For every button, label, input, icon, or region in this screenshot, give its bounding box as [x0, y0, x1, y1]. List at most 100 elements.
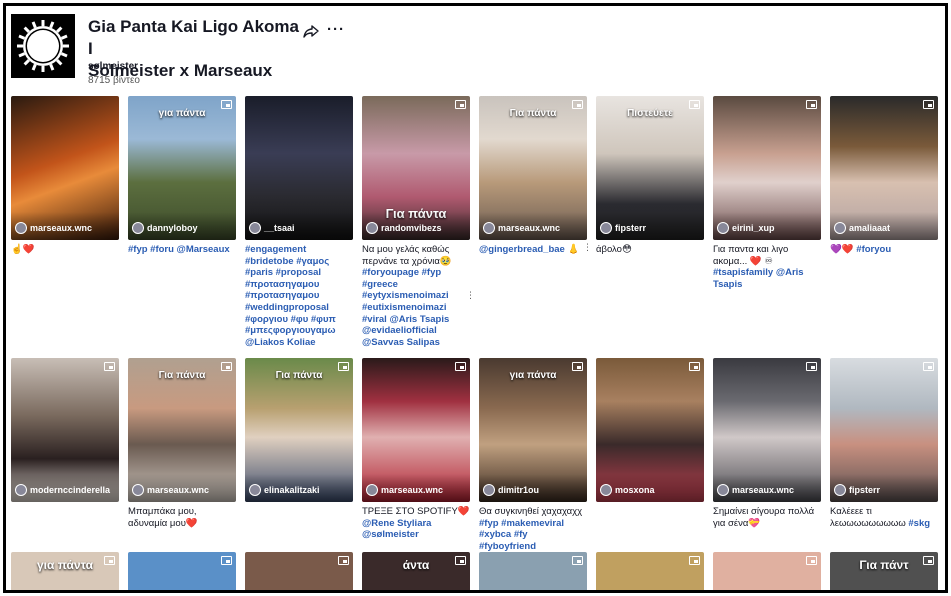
video-author[interactable]: eirini_xup: [717, 222, 775, 234]
video-card[interactable]: [245, 552, 353, 590]
video-thumbnail[interactable]: [596, 552, 704, 590]
caption-hashtags[interactable]: @gingerbread_bae: [479, 244, 565, 255]
picture-in-picture-icon[interactable]: [104, 556, 115, 565]
video-card[interactable]: amaliaaat 💜❤️ #foryou: [830, 96, 938, 256]
video-thumbnail[interactable]: fipsterr: [830, 358, 938, 502]
video-card[interactable]: [596, 552, 704, 590]
picture-in-picture-icon[interactable]: [338, 556, 349, 565]
video-thumbnail[interactable]: Για πάντ: [830, 552, 938, 590]
caption-hashtags[interactable]: @Rene Styliara @sølmeister: [362, 518, 431, 541]
video-thumbnail[interactable]: για πάντα: [11, 552, 119, 590]
video-thumbnail[interactable]: Για πάντα marseaux.wnc: [479, 96, 587, 240]
video-card[interactable]: [479, 552, 587, 590]
video-card[interactable]: Για πάντα marseaux.wnc Μπαμπάκα μου, αδυνα…: [128, 358, 236, 529]
video-author[interactable]: __tsaai: [249, 222, 295, 234]
video-card[interactable]: Πιστεύετε fipsterr άβολο😳: [596, 96, 704, 256]
picture-in-picture-icon[interactable]: [572, 362, 583, 371]
video-card[interactable]: fipsterr Καλέεεε τι λεωωωωωωωωω #skg: [830, 358, 938, 529]
caption-hashtags[interactable]: #foryoupage #fyp #greece #eytyxismenoima…: [362, 267, 449, 348]
video-card[interactable]: Για πάνταrandomvibezsΝα μου γελάς καθώς …: [362, 96, 470, 348]
video-card[interactable]: modernccinderella: [11, 358, 119, 502]
video-author[interactable]: fipsterr: [600, 222, 646, 234]
picture-in-picture-icon[interactable]: [338, 362, 349, 371]
video-thumbnail[interactable]: Για πάντα marseaux.wnc: [128, 358, 236, 502]
video-thumbnail[interactable]: Για πάντα elinakalitzaki: [245, 358, 353, 502]
video-author[interactable]: mosxona: [600, 484, 655, 496]
video-thumbnail[interactable]: [128, 552, 236, 590]
creator-name[interactable]: sølmeister: [88, 61, 138, 72]
video-thumbnail[interactable]: Πιστεύετε fipsterr: [596, 96, 704, 240]
video-card[interactable]: marseaux.wnc ☝️❤️: [11, 96, 119, 256]
author-avatar: [249, 222, 261, 234]
video-card[interactable]: Για πάντα elinakalitzaki: [245, 358, 353, 502]
video-card[interactable]: [128, 552, 236, 590]
more-icon[interactable]: ···: [327, 21, 345, 38]
video-author[interactable]: marseaux.wnc: [717, 484, 794, 496]
video-card[interactable]: Για πάντα marseaux.wnc @gingerbread_bae 👃: [479, 96, 587, 256]
video-thumbnail[interactable]: για πάντα dannyloboy: [128, 96, 236, 240]
video-author[interactable]: randomvibezs: [366, 222, 442, 234]
caption-hashtags[interactable]: #foryou: [856, 244, 891, 255]
video-thumbnail[interactable]: [245, 552, 353, 590]
video-thumbnail[interactable]: eirini_xup: [713, 96, 821, 240]
video-card[interactable]: για πάντα dimitr1ou Θα συγκινηθεί χαχαχαχχ…: [479, 358, 587, 552]
video-card[interactable]: marseaux.wnc Σημαίνει σίγουρα πολλά για σ…: [713, 358, 821, 529]
video-author[interactable]: dannyloboy: [132, 222, 198, 234]
picture-in-picture-icon[interactable]: [221, 100, 232, 109]
caption-hashtags[interactable]: #fyp #foru @Marseaux: [128, 244, 230, 255]
caption-hashtags[interactable]: #tsapisfamily @Aris Tsapis: [713, 267, 804, 290]
video-thumbnail[interactable]: Για πάνταrandomvibezs: [362, 96, 470, 240]
video-author[interactable]: elinakalitzaki: [249, 484, 320, 496]
video-thumbnail[interactable]: [479, 552, 587, 590]
picture-in-picture-icon[interactable]: [572, 556, 583, 565]
caption-hashtags[interactable]: #skg: [908, 518, 930, 529]
video-card[interactable]: mosxona: [596, 358, 704, 502]
video-card[interactable]: eirini_xup Για παντα και λιγο ακομα... ❤️…: [713, 96, 821, 290]
picture-in-picture-icon[interactable]: [806, 556, 817, 565]
video-card[interactable]: Για πάντ: [830, 552, 938, 590]
caption-hashtags[interactable]: #fyp #makemeviral #xybca #fy #fyboyfrien…: [479, 518, 564, 552]
picture-in-picture-icon[interactable]: [923, 556, 934, 565]
video-thumbnail[interactable]: [713, 552, 821, 590]
video-author[interactable]: dimitr1ou: [483, 484, 539, 496]
picture-in-picture-icon[interactable]: [455, 100, 466, 109]
picture-in-picture-icon[interactable]: [104, 362, 115, 371]
video-author[interactable]: marseaux.wnc: [132, 484, 209, 496]
picture-in-picture-icon[interactable]: [689, 362, 700, 371]
picture-in-picture-icon[interactable]: [455, 362, 466, 371]
picture-in-picture-icon[interactable]: [221, 556, 232, 565]
picture-in-picture-icon[interactable]: [572, 100, 583, 109]
picture-in-picture-icon[interactable]: [455, 556, 466, 565]
share-icon[interactable]: [303, 23, 319, 39]
picture-in-picture-icon[interactable]: [923, 100, 934, 109]
video-card[interactable]: για πάντα dannyloboy #fyp #foru @Marseaux: [128, 96, 236, 256]
picture-in-picture-icon[interactable]: [689, 556, 700, 565]
video-thumbnail[interactable]: marseaux.wnc: [11, 96, 119, 240]
video-card[interactable]: για πάντα: [11, 552, 119, 590]
picture-in-picture-icon[interactable]: [923, 362, 934, 371]
picture-in-picture-icon[interactable]: [806, 362, 817, 371]
video-author[interactable]: modernccinderella: [15, 484, 110, 496]
video-thumbnail[interactable]: amaliaaat: [830, 96, 938, 240]
picture-in-picture-icon[interactable]: [806, 100, 817, 109]
video-thumbnail[interactable]: modernccinderella: [11, 358, 119, 502]
video-card[interactable]: άντα: [362, 552, 470, 590]
video-card[interactable]: marseaux.wnc ΤΡΕΞΕ ΣΤΟ SPOTIFY❤️ @Rene St…: [362, 358, 470, 541]
picture-in-picture-icon[interactable]: [689, 100, 700, 109]
video-thumbnail[interactable]: για πάντα dimitr1ou: [479, 358, 587, 502]
video-author[interactable]: marseaux.wnc: [366, 484, 443, 496]
picture-in-picture-icon[interactable]: [221, 362, 232, 371]
video-card[interactable]: [713, 552, 821, 590]
video-thumbnail[interactable]: marseaux.wnc: [713, 358, 821, 502]
video-thumbnail[interactable]: άντα: [362, 552, 470, 590]
video-author[interactable]: fipsterr: [834, 484, 880, 496]
video-author[interactable]: amaliaaat: [834, 222, 890, 234]
video-author[interactable]: marseaux.wnc: [483, 222, 560, 234]
video-card[interactable]: __tsaai #engagement #bridetobe #γαμος #pa…: [245, 96, 353, 348]
video-thumbnail[interactable]: mosxona: [596, 358, 704, 502]
caption-hashtags[interactable]: #engagement #bridetobe #γαμος #paris #pr…: [245, 244, 336, 348]
playlist-cover[interactable]: [11, 14, 75, 78]
video-thumbnail[interactable]: __tsaai: [245, 96, 353, 240]
video-thumbnail[interactable]: marseaux.wnc: [362, 358, 470, 502]
video-author[interactable]: marseaux.wnc: [15, 222, 92, 234]
